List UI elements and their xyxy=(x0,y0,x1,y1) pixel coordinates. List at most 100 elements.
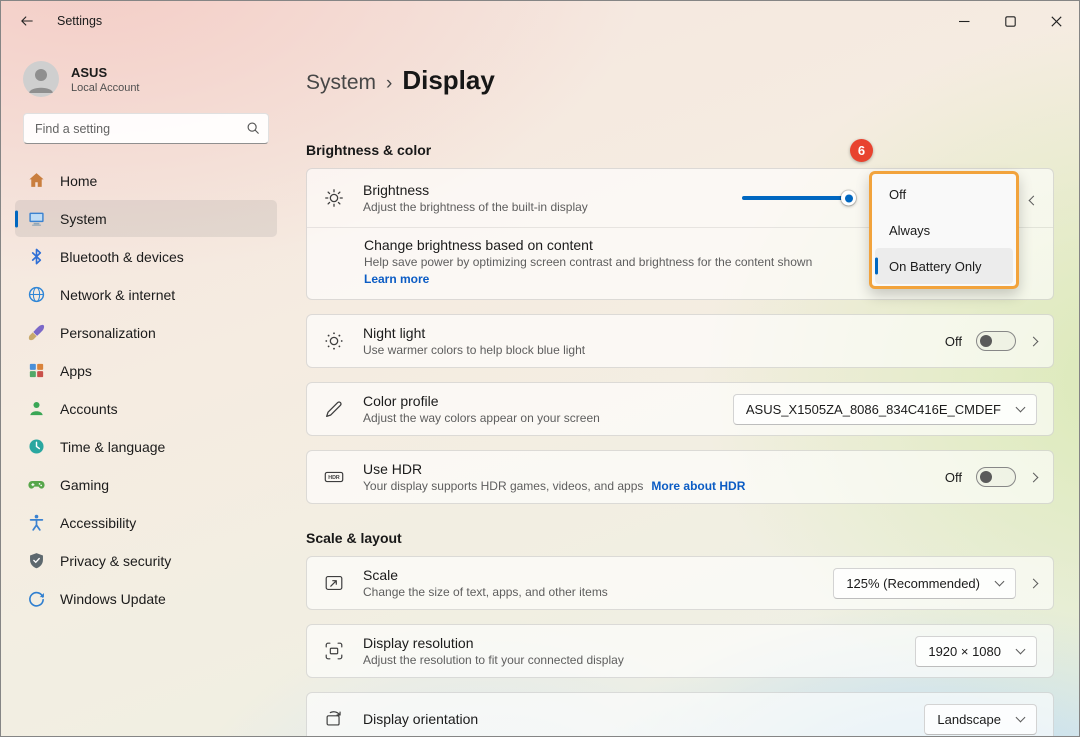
night-light-subtitle: Use warmer colors to help block blue lig… xyxy=(363,343,585,357)
sidebar-item-label: System xyxy=(60,211,107,227)
section-header-brightness-color: Brightness & color xyxy=(306,142,1054,158)
sidebar-item-apps[interactable]: Apps xyxy=(15,352,277,389)
chevron-up-icon[interactable] xyxy=(1029,195,1039,205)
sidebar-item-network-internet[interactable]: Network & internet xyxy=(15,276,277,313)
use-hdr-subtitle: Your display supports HDR games, videos,… xyxy=(363,479,745,493)
windows-update-icon xyxy=(27,589,46,608)
slider-thumb[interactable] xyxy=(841,191,856,206)
scale-select[interactable]: 125% (Recommended) xyxy=(833,568,1016,599)
chevron-down-icon xyxy=(995,576,1005,586)
svg-text:HDR: HDR xyxy=(328,475,340,481)
sidebar-item-accessibility[interactable]: Accessibility xyxy=(15,504,277,541)
display-orientation-icon xyxy=(323,708,345,730)
sidebar-item-label: Accounts xyxy=(60,401,118,417)
sidebar-item-home[interactable]: Home xyxy=(15,162,277,199)
display-orientation-title: Display orientation xyxy=(363,711,478,727)
chevron-right-icon[interactable] xyxy=(1029,472,1039,482)
night-light-row[interactable]: Night light Use warmer colors to help bl… xyxy=(307,315,1053,367)
brightness-slider[interactable] xyxy=(742,196,852,200)
sidebar-item-windows-update[interactable]: Windows Update xyxy=(15,580,277,617)
hdr-icon: HDR xyxy=(323,466,345,488)
back-button[interactable] xyxy=(7,4,47,38)
sidebar-item-label: Time & language xyxy=(60,439,165,455)
account-subtitle: Local Account xyxy=(71,82,140,94)
sidebar-item-bluetooth-devices[interactable]: Bluetooth & devices xyxy=(15,238,277,275)
apps-icon xyxy=(27,361,46,380)
window-controls xyxy=(941,1,1079,41)
search-input[interactable] xyxy=(23,113,269,144)
use-hdr-row[interactable]: HDR Use HDR Your display supports HDR ga… xyxy=(307,451,1053,503)
scale-value: 125% (Recommended) xyxy=(846,576,980,591)
brightness-subtitle: Adjust the brightness of the built-in di… xyxy=(363,200,588,214)
more-about-hdr-link[interactable]: More about HDR xyxy=(651,479,745,493)
scale-title: Scale xyxy=(363,567,608,583)
network-icon xyxy=(27,285,46,304)
use-hdr-card[interactable]: HDR Use HDR Your display supports HDR ga… xyxy=(306,450,1054,504)
sidebar-item-accounts[interactable]: Accounts xyxy=(15,390,277,427)
chevron-right-icon[interactable] xyxy=(1029,336,1039,346)
display-resolution-subtitle: Adjust the resolution to fit your connec… xyxy=(363,653,624,667)
system-icon xyxy=(27,209,46,228)
chevron-down-icon xyxy=(1016,644,1026,654)
learn-more-link[interactable]: Learn more xyxy=(364,272,429,286)
color-profile-select[interactable]: ASUS_X1505ZA_8086_834C416E_CMDEF xyxy=(733,394,1037,425)
chevron-down-icon xyxy=(1016,402,1026,412)
sidebar-item-time-language[interactable]: Time & language xyxy=(15,428,277,465)
color-profile-subtitle: Adjust the way colors appear on your scr… xyxy=(363,411,600,425)
settings-window: Settings ASUS Local Account xyxy=(0,0,1080,737)
sidebar-item-label: Windows Update xyxy=(60,591,166,607)
minimize-button[interactable] xyxy=(941,1,987,41)
night-light-icon xyxy=(323,330,345,352)
account-name: ASUS xyxy=(71,65,140,80)
display-orientation-select[interactable]: Landscape xyxy=(924,704,1037,735)
selection-indicator xyxy=(15,210,18,227)
night-light-toggle[interactable] xyxy=(976,331,1016,351)
use-hdr-toggle[interactable] xyxy=(976,467,1016,487)
back-arrow-icon xyxy=(19,13,35,29)
dropdown-option-label: On Battery Only xyxy=(889,259,981,274)
accessibility-icon xyxy=(27,513,46,532)
sidebar-item-privacy-security[interactable]: Privacy & security xyxy=(15,542,277,579)
search-box xyxy=(23,113,269,144)
close-button[interactable] xyxy=(1033,1,1079,41)
display-orientation-value: Landscape xyxy=(937,712,1001,727)
breadcrumb-system[interactable]: System xyxy=(306,71,376,95)
window-title: Settings xyxy=(57,14,102,28)
avatar xyxy=(23,61,59,97)
gaming-icon xyxy=(27,475,46,494)
color-profile-icon xyxy=(323,398,345,420)
display-resolution-row: Display resolution Adjust the resolution… xyxy=(307,625,1053,677)
scale-row[interactable]: Scale Change the size of text, apps, and… xyxy=(307,557,1053,609)
display-resolution-select[interactable]: 1920 × 1080 xyxy=(915,636,1037,667)
use-hdr-toggle-label: Off xyxy=(945,470,962,485)
color-profile-title: Color profile xyxy=(363,393,600,409)
brightness-title: Brightness xyxy=(363,182,588,198)
breadcrumb: System › Display xyxy=(306,65,1054,96)
titlebar: Settings xyxy=(1,1,1079,41)
chevron-right-icon[interactable] xyxy=(1029,578,1039,588)
maximize-button[interactable] xyxy=(987,1,1033,41)
home-icon xyxy=(27,171,46,190)
sidebar-item-gaming[interactable]: Gaming xyxy=(15,466,277,503)
sidebar-item-label: Bluetooth & devices xyxy=(60,249,184,265)
section-header-scale-layout: Scale & layout xyxy=(306,530,1054,546)
dropdown-option-on-battery-only[interactable]: On Battery Only xyxy=(875,248,1013,284)
dropdown-option-off[interactable]: Off xyxy=(875,176,1013,212)
sidebar-item-system[interactable]: System xyxy=(15,200,277,237)
breadcrumb-separator: › xyxy=(386,73,392,95)
night-light-title: Night light xyxy=(363,325,585,341)
night-light-card[interactable]: Night light Use warmer colors to help bl… xyxy=(306,314,1054,368)
use-hdr-subtitle-text: Your display supports HDR games, videos,… xyxy=(363,479,643,493)
sidebar-item-label: Home xyxy=(60,173,97,189)
scale-icon xyxy=(323,572,345,594)
sidebar-item-personalization[interactable]: Personalization xyxy=(15,314,277,351)
color-profile-card: Color profile Adjust the way colors appe… xyxy=(306,382,1054,436)
account-card[interactable]: ASUS Local Account xyxy=(19,57,273,101)
dropdown-option-label: Always xyxy=(889,223,930,238)
annotation-highlight-box: Off Always On Battery Only xyxy=(869,171,1019,289)
privacy-security-icon xyxy=(27,551,46,570)
display-resolution-card: Display resolution Adjust the resolution… xyxy=(306,624,1054,678)
annotation-step-badge: 6 xyxy=(850,139,873,162)
scale-card[interactable]: Scale Change the size of text, apps, and… xyxy=(306,556,1054,610)
dropdown-option-always[interactable]: Always xyxy=(875,212,1013,248)
